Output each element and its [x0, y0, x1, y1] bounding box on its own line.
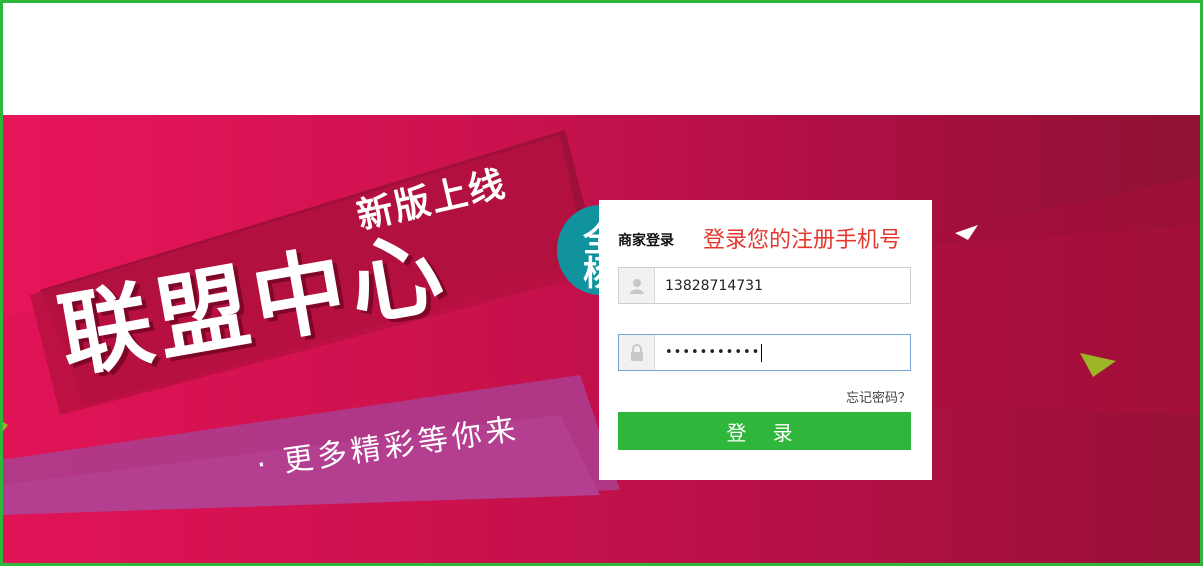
login-button[interactable]: 登 录 [618, 412, 911, 450]
text-caret [761, 343, 763, 362]
password-field[interactable]: ••••••••••• [618, 334, 911, 371]
login-card: 商家登录 登录您的注册手机号 13828714731 ••••••••••• 忘… [599, 200, 932, 480]
user-icon [619, 268, 655, 303]
password-input[interactable]: ••••••••••• [665, 335, 763, 370]
login-hint: 登录您的注册手机号 [703, 228, 902, 253]
phone-field[interactable]: 13828714731 [618, 267, 911, 304]
phone-input[interactable]: 13828714731 [665, 268, 763, 303]
login-title: 商家登录 [618, 233, 674, 249]
forgot-password-link[interactable]: 忘记密码？ [846, 387, 911, 406]
password-mask: ••••••••••• [665, 345, 761, 360]
lock-icon [619, 335, 655, 370]
header-area [0, 0, 1203, 115]
